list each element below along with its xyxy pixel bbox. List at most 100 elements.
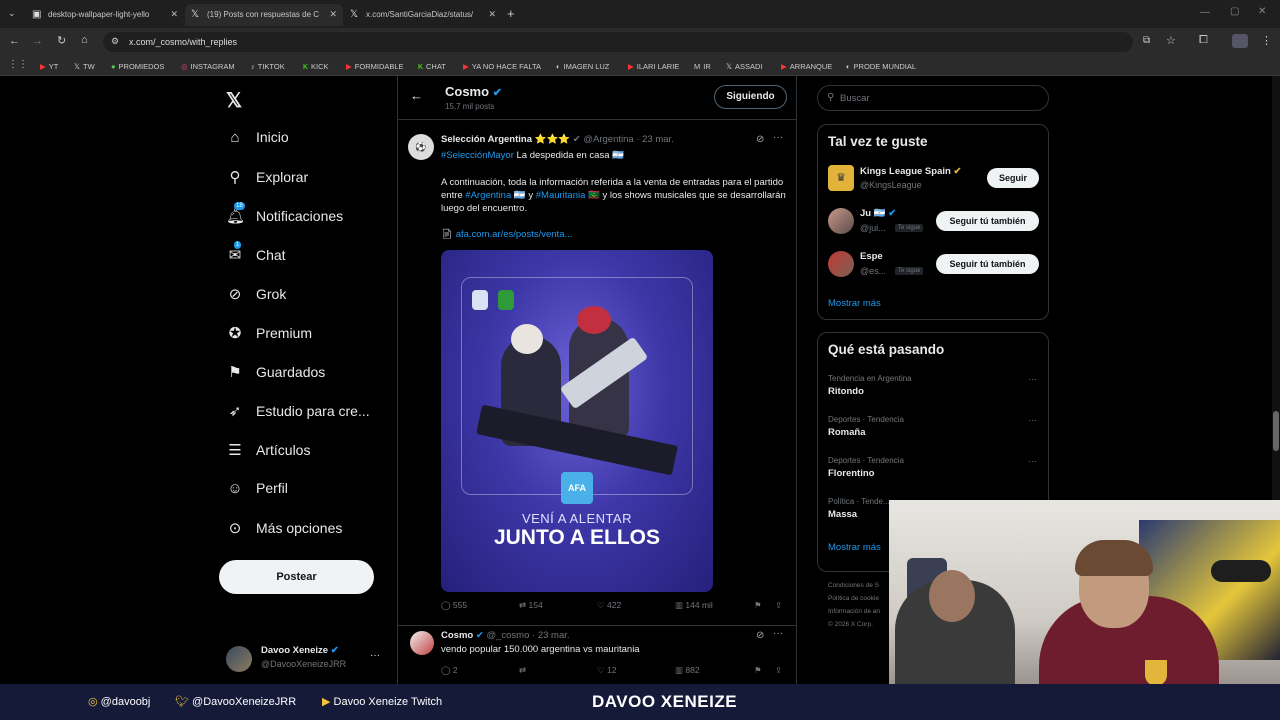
like-button[interactable]: ♡ 422 [597,600,621,611]
close-icon[interactable]: ✕ [488,9,496,20]
reply-button[interactable]: ◯ 2 [441,665,458,676]
bookmark-promiedos[interactable]: ● PROMIEDOS [111,62,164,71]
star-icon[interactable]: ☆ [1166,34,1176,47]
url-text[interactable]: x.com/_cosmo/with_replies [129,37,237,47]
follow-back-button[interactable]: Seguir tú también [936,211,1039,231]
bookmark-imagen-luz[interactable]: ◐ IMAGEN LUZ [556,62,609,71]
retweet-button[interactable]: ⇄ [519,665,526,676]
bookmark-yt[interactable]: ▶ YT [40,62,58,71]
sidebar-item-explorar[interactable]: ⚲ Explorar [226,168,309,190]
views-button[interactable]: ▥ 144 mil [675,600,713,611]
sidebar-item-inicio[interactable]: ⌂ Inicio [226,129,288,151]
maximize-icon[interactable]: ▢ [1230,6,1239,17]
bookmark-tiktok[interactable]: ♪ TIKTOK [251,62,285,71]
bookmark-chat[interactable]: K CHAT [418,62,446,71]
sidebar-item-grok[interactable]: ⊘ Grok [226,285,287,307]
author-name[interactable]: Selección Argentina ⭐⭐⭐ [441,134,570,145]
bookmark-ilari-larie[interactable]: ▶ ILARI LARIE [628,62,679,71]
bookmark-ya-no-hace-falta[interactable]: ▶ YA NO HACE FALTA [463,62,541,71]
sidebar-item-chat[interactable]: ✉ 1 Chat [226,241,286,268]
author-name[interactable]: Cosmo [441,630,473,641]
hashtag-link[interactable]: #Argentina [465,190,511,201]
more-icon[interactable]: ··· [370,650,380,661]
more-icon[interactable]: ··· [1028,374,1037,384]
tweet-media-image[interactable]: AFA VENÍ A ALENTAR JUNTO A ELLOS [441,250,713,592]
bookmark-icon[interactable]: ⚑ [754,665,762,676]
close-icon[interactable]: ✕ [329,9,337,20]
profile-avatar[interactable] [1232,34,1248,48]
account-switcher[interactable]: Davoo Xeneize ✔ @DavooXeneizeJRR ··· [226,644,406,674]
url-bar[interactable]: ⚙ x.com/_cosmo/with_replies [103,32,1133,52]
following-button[interactable]: Siguiendo [714,85,787,109]
bookmark-formidable[interactable]: ▶ FORMIDABLE [346,62,404,71]
back-arrow-icon[interactable]: ← [410,88,423,103]
sidebar-item-premium[interactable]: ✪ Premium [226,324,312,346]
menu-kebab-icon[interactable]: ⋮ [1261,34,1272,47]
site-info-icon[interactable]: ⚙ [111,36,119,47]
bookmark-kick[interactable]: K KICK [303,62,329,71]
sidebar-item-guardados[interactable]: ⚑ Guardados [226,363,325,385]
trend-item[interactable]: Deportes · Tendencia Romaña ··· [828,415,1043,438]
bookmark-icon[interactable]: ⚑ [754,600,762,611]
install-app-icon[interactable]: ⧉ [1143,35,1150,46]
more-icon[interactable]: ··· [773,132,783,143]
more-icon[interactable]: ··· [1028,415,1037,425]
back-icon[interactable]: ← [9,35,20,47]
avatar[interactable] [828,251,854,277]
show-more-link[interactable]: Mostrar más [828,542,881,553]
sidebar-item-perfil[interactable]: ☺ Perfil [226,480,288,502]
apps-grid-icon[interactable]: ⋮⋮ [8,59,28,70]
avatar[interactable]: ⚽ [408,134,434,160]
more-icon[interactable]: ··· [1028,456,1037,466]
search-input[interactable]: Buscar [840,93,870,104]
author-handle[interactable]: @_cosmo [486,630,529,641]
grok-icon[interactable]: ⊘ [756,630,764,641]
scrollbar-thumb[interactable] [1273,411,1279,451]
tweet-date[interactable]: · 23 mar. [636,134,674,145]
reload-icon[interactable]: ↻ [57,34,66,47]
sidebar-item-mas-opciones[interactable]: ⊙ Más opciones [226,519,343,541]
author-handle[interactable]: @Argentina [583,134,633,145]
hashtag-link[interactable]: #Mauritania [536,190,586,201]
post-button[interactable]: Postear [219,560,374,594]
close-icon[interactable]: ✕ [170,9,178,20]
trend-item[interactable]: Deportes · Tendencia Florentino ··· [828,456,1043,479]
avatar[interactable] [828,208,854,234]
sidebar-item-estudio[interactable]: ➶ Estudio para cre... [226,402,370,424]
suggestion-name[interactable]: Espe [860,251,883,262]
hashtag-link[interactable]: #SelecciónMayor [441,150,514,161]
more-icon[interactable]: ··· [773,628,783,639]
bookmark-instagram[interactable]: ◎ INSTAGRAM [181,62,235,71]
bookmark-ir[interactable]: M IR [694,62,711,71]
search-box[interactable]: ⚲ Buscar [817,85,1049,111]
bookmark-arranque[interactable]: ▶ ARRANQUE [781,62,832,71]
reply-button[interactable]: ◯ 555 [441,600,467,611]
like-button[interactable]: ♡ 12 [597,665,616,676]
retweet-button[interactable]: ⇄ 154 [519,600,543,611]
forward-icon[interactable]: → [32,35,43,47]
trend-item[interactable]: Tendencia en Argentina Ritondo ··· [828,374,1043,397]
ads-info-link[interactable]: Información de an [828,605,880,618]
new-tab-icon[interactable]: + [507,6,515,21]
bookmark-assadi[interactable]: 𝕏 ASSADI [726,62,763,71]
minimize-icon[interactable]: — [1200,7,1210,18]
avatar[interactable]: ♛ [828,165,854,191]
cookie-policy-link[interactable]: Política de cookie [828,592,880,605]
home-browser-icon[interactable]: ⌂ [81,34,88,46]
show-more-link[interactable]: Mostrar más [828,298,881,309]
extensions-icon[interactable]: ⧠ [1199,34,1208,47]
suggestion-name[interactable]: Ju 🇦🇷 ✔ [860,208,896,219]
tweet-date[interactable]: · 23 mar. [532,630,570,641]
share-icon[interactable]: ⇪ [775,665,782,676]
bookmark-tw[interactable]: 𝕏 TW [74,62,95,71]
sidebar-item-articulos[interactable]: ☰ Artículos [226,441,310,463]
sidebar-item-notificaciones[interactable]: 🔔︎ 18 Notificaciones [226,202,343,229]
bookmark-prode-mundial[interactable]: ◐ PRODE MUNDIAL [846,62,916,71]
close-window-icon[interactable]: ✕ [1258,6,1266,17]
x-logo-icon[interactable]: 𝕏 [226,88,242,113]
follow-back-button[interactable]: Seguir tú también [936,254,1039,274]
tweet[interactable]: ⚽ Selección Argentina ⭐⭐⭐ ✔ @Argentina ·… [398,126,796,626]
tab-wallpaper[interactable]: ▣ desktop-wallpaper-light-yello ✕ [26,4,184,26]
avatar[interactable] [410,631,434,655]
share-icon[interactable]: ⇪ [775,600,782,611]
